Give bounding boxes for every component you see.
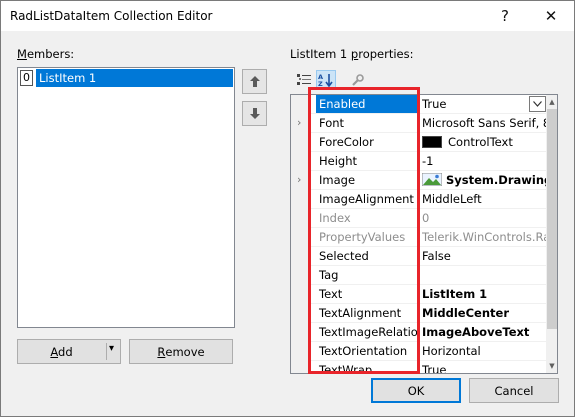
categorized-icon bbox=[297, 74, 311, 85]
properties-label: ListItem 1 properties: bbox=[290, 47, 414, 61]
property-value-text: MiddleCenter bbox=[422, 306, 509, 320]
member-index: 0 bbox=[20, 70, 33, 86]
members-list[interactable]: 0 ListItem 1 bbox=[17, 67, 235, 328]
property-value[interactable]: -1 bbox=[422, 152, 546, 170]
property-value-text: True bbox=[422, 97, 447, 111]
property-grid-scrollbar[interactable]: ▲ ▼ bbox=[546, 95, 557, 373]
svg-text:Z: Z bbox=[318, 80, 323, 87]
annotation-highlight-box bbox=[308, 87, 420, 374]
close-button[interactable]: ✕ bbox=[528, 1, 574, 31]
scroll-up-icon[interactable]: ▲ bbox=[546, 96, 557, 108]
property-value[interactable]: True bbox=[422, 361, 546, 374]
members-label: Members: bbox=[17, 47, 75, 61]
list-item[interactable]: 0 ListItem 1 bbox=[19, 69, 233, 87]
property-value-text: ControlText bbox=[448, 135, 513, 149]
remove-button[interactable]: Remove bbox=[129, 339, 233, 364]
property-value-text: ListItem 1 bbox=[422, 287, 488, 301]
property-value[interactable]: Telerik.WinControls.RadPropertyValueColl… bbox=[422, 228, 546, 246]
property-value-text: Telerik.WinControls.RadPropertyValueColl… bbox=[422, 230, 546, 244]
arrow-up-icon bbox=[249, 76, 260, 87]
property-value-text: True bbox=[422, 363, 447, 374]
image-thumbnail-icon bbox=[422, 173, 442, 186]
property-value[interactable]: Horizontal bbox=[422, 342, 546, 360]
property-value[interactable]: System.Drawing.Bitmap bbox=[422, 171, 546, 189]
property-value-text: 0 bbox=[422, 211, 430, 225]
property-value[interactable]: ImageAboveText bbox=[422, 323, 546, 341]
move-up-button[interactable] bbox=[242, 69, 267, 94]
add-button[interactable]: Add ▾ bbox=[17, 339, 121, 364]
property-value-text: ImageAboveText bbox=[422, 325, 530, 339]
property-value-text: Microsoft Sans Serif, 8.25pt bbox=[422, 116, 546, 130]
wrench-icon bbox=[351, 73, 364, 86]
value-dropdown-button[interactable] bbox=[529, 96, 546, 112]
collection-editor-dialog: RadListDataItem Collection Editor ? ✕ Me… bbox=[0, 0, 575, 417]
property-value[interactable]: ListItem 1 bbox=[422, 285, 546, 303]
help-button[interactable]: ? bbox=[482, 1, 528, 31]
property-value-text: System.Drawing.Bitmap bbox=[446, 173, 546, 187]
scroll-thumb[interactable] bbox=[547, 109, 557, 329]
scroll-down-icon[interactable]: ▼ bbox=[546, 360, 557, 372]
property-value[interactable]: 0 bbox=[422, 209, 546, 227]
expand-chevron-icon[interactable]: › bbox=[297, 173, 301, 186]
property-value[interactable]: False bbox=[422, 247, 546, 265]
chevron-down-icon bbox=[533, 101, 542, 107]
cancel-button[interactable]: Cancel bbox=[469, 378, 559, 403]
add-button-label: Add bbox=[50, 344, 73, 359]
ok-button[interactable]: OK bbox=[371, 378, 461, 403]
arrow-down-icon bbox=[249, 108, 260, 119]
window-title: RadListDataItem Collection Editor bbox=[10, 9, 213, 23]
property-value[interactable]: MiddleCenter bbox=[422, 304, 546, 322]
move-down-button[interactable] bbox=[242, 101, 267, 126]
property-value-text: -1 bbox=[422, 154, 434, 168]
property-value-text: MiddleLeft bbox=[422, 192, 482, 206]
member-label[interactable]: ListItem 1 bbox=[36, 69, 233, 87]
property-value[interactable] bbox=[422, 266, 546, 284]
add-split-divider bbox=[106, 343, 107, 360]
expand-chevron-icon[interactable]: › bbox=[297, 116, 301, 129]
property-value[interactable]: MiddleLeft bbox=[422, 190, 546, 208]
property-value[interactable]: ControlText bbox=[422, 133, 546, 151]
add-dropdown-icon[interactable]: ▾ bbox=[109, 343, 114, 354]
color-swatch bbox=[422, 136, 442, 148]
title-bar: RadListDataItem Collection Editor ? ✕ bbox=[1, 1, 574, 31]
alphabetical-icon: A Z bbox=[318, 73, 333, 87]
property-value-text: Horizontal bbox=[422, 344, 481, 358]
property-value[interactable]: Microsoft Sans Serif, 8.25pt bbox=[422, 114, 546, 132]
property-value-text: False bbox=[422, 249, 451, 263]
property-value[interactable]: True bbox=[422, 95, 546, 113]
